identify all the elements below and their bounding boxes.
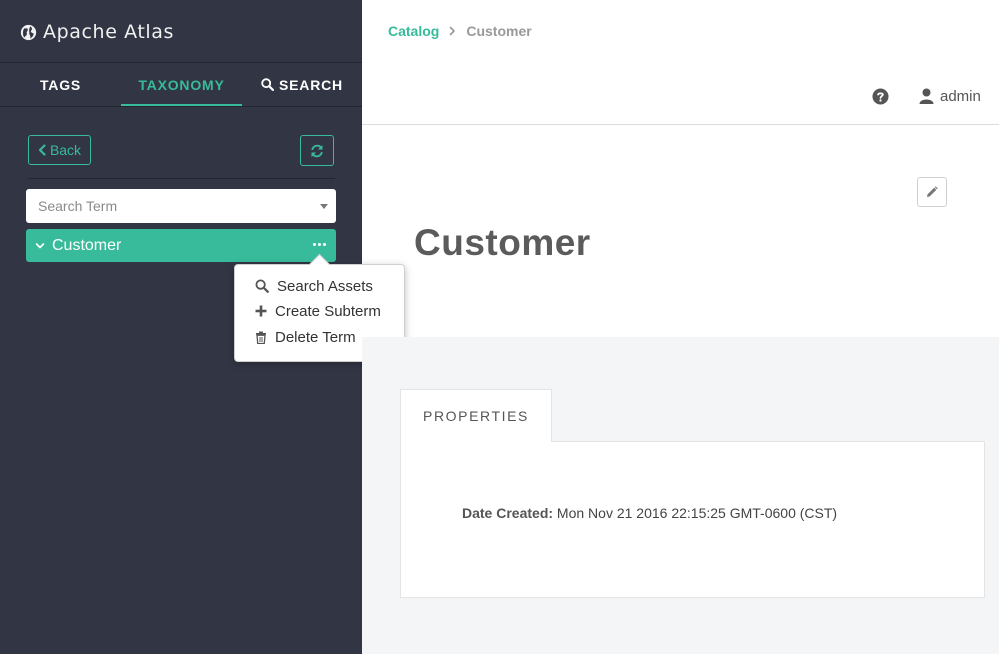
search-icon — [255, 279, 269, 293]
term-label: Customer — [52, 236, 122, 254]
tab-taxonomy-label: TAXONOMY — [138, 76, 225, 93]
menu-item-search-assets[interactable]: Search Assets — [255, 275, 373, 297]
taxonomy-term-item[interactable]: Customer — [26, 229, 336, 262]
divider — [362, 124, 999, 125]
tab-taxonomy[interactable]: TAXONOMY — [121, 63, 242, 106]
user-icon — [919, 88, 934, 104]
caret-down-icon — [320, 204, 328, 209]
property-label: Date Created: — [462, 505, 554, 521]
tab-search[interactable]: SEARCH — [242, 63, 362, 106]
sidebar-tabs: TAGS TAXONOMY SEARCH — [0, 63, 362, 106]
user-name: admin — [940, 87, 981, 105]
more-options-icon[interactable] — [313, 243, 326, 246]
edit-button[interactable] — [917, 177, 947, 207]
sidebar: Apache Atlas TAGS TAXONOMY SEARCH Back S… — [0, 0, 405, 654]
menu-item-label: Delete Term — [275, 328, 356, 346]
plus-icon — [255, 305, 267, 317]
brand[interactable]: Apache Atlas — [20, 18, 174, 46]
refresh-icon — [311, 144, 323, 157]
search-term-placeholder: Search Term — [38, 198, 118, 214]
tab-search-label: SEARCH — [279, 76, 343, 93]
refresh-button[interactable] — [300, 135, 334, 166]
breadcrumb-current: Customer — [466, 23, 532, 39]
menu-item-delete-term[interactable]: Delete Term — [255, 326, 356, 348]
tab-properties-label: PROPERTIES — [423, 408, 529, 424]
back-button-label: Back — [49, 142, 82, 158]
help-icon[interactable] — [872, 88, 889, 105]
chevron-left-icon — [38, 144, 46, 156]
property-value: Mon Nov 21 2016 22:15:25 GMT-0600 (CST) — [556, 505, 838, 521]
search-icon — [261, 78, 275, 91]
back-button[interactable]: Back — [28, 135, 91, 165]
menu-item-label: Search Assets — [277, 277, 373, 295]
globe-icon — [20, 24, 37, 40]
tab-tags[interactable]: TAGS — [0, 63, 121, 106]
menu-item-create-subterm[interactable]: Create Subterm — [255, 300, 381, 322]
brand-name: Apache Atlas — [43, 21, 175, 43]
divider — [28, 178, 335, 179]
chevron-right-icon — [450, 26, 456, 36]
divider — [551, 441, 985, 442]
user-menu[interactable]: admin — [919, 86, 981, 106]
page-title: Customer — [414, 222, 591, 263]
divider — [0, 106, 362, 107]
trash-icon — [256, 331, 266, 344]
chevron-down-icon[interactable] — [35, 242, 45, 250]
tab-tags-label: TAGS — [39, 76, 82, 93]
pencil-icon — [927, 186, 938, 197]
breadcrumb: Catalog Customer — [388, 21, 532, 41]
menu-item-label: Create Subterm — [275, 302, 381, 320]
tab-properties[interactable]: PROPERTIES — [400, 389, 552, 442]
search-term-select[interactable]: Search Term — [26, 189, 336, 223]
breadcrumb-catalog-link[interactable]: Catalog — [388, 23, 439, 39]
property-row: Date Created: Mon Nov 21 2016 22:15:25 G… — [462, 505, 837, 521]
